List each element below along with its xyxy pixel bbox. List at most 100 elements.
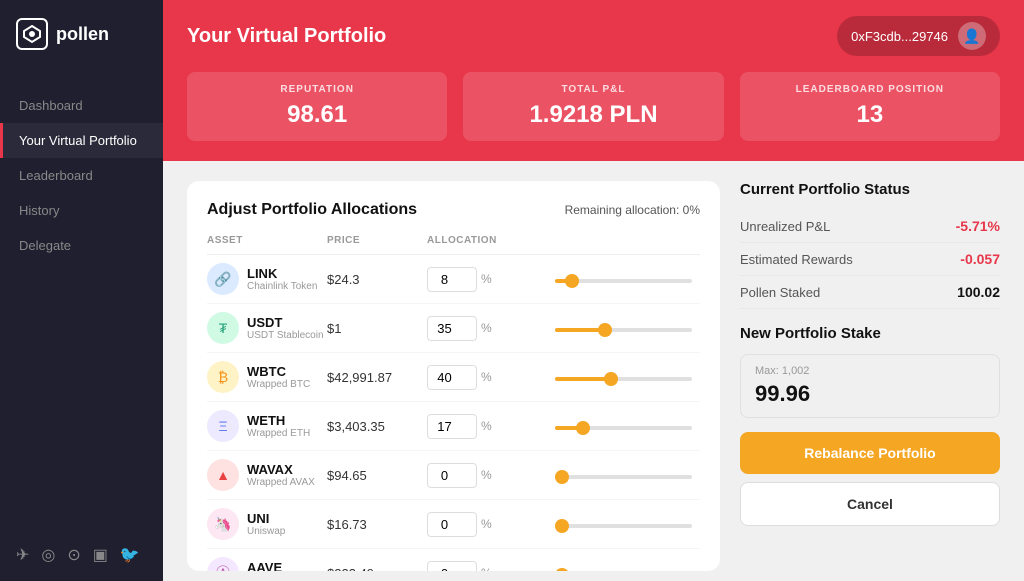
account-address: 0xF3cdb...29746: [851, 29, 948, 44]
status-rows: Unrealized P&L -5.71% Estimated Rewards …: [740, 210, 1000, 309]
alloc-wrap-weth: %: [427, 414, 547, 439]
slider-uni[interactable]: [555, 524, 692, 528]
asset-name-link: LINK: [247, 266, 317, 281]
slider-wrap-link: [547, 270, 700, 288]
page-title: Your Virtual Portfolio: [187, 25, 386, 48]
status-label: Pollen Staked: [740, 285, 820, 300]
account-badge[interactable]: 0xF3cdb...29746 👤: [837, 16, 1000, 56]
alloc-wrap-aave: %: [427, 561, 547, 572]
chat-icon[interactable]: ▣: [93, 545, 108, 565]
asset-info-link: 🔗 LINK Chainlink Token: [207, 263, 327, 295]
portfolio-title: Adjust Portfolio Allocations: [207, 201, 417, 219]
stake-section-title: New Portfolio Stake: [740, 325, 1000, 342]
asset-text-link: LINK Chainlink Token: [247, 266, 317, 292]
asset-price-aave: $223.49: [327, 566, 427, 572]
sidebar-item-leaderboard[interactable]: Leaderboard: [0, 158, 163, 193]
slider-wavax[interactable]: [555, 475, 692, 479]
right-panel: Current Portfolio Status Unrealized P&L …: [740, 181, 1000, 581]
alloc-input-uni[interactable]: [427, 512, 477, 537]
asset-text-aave: AAVE Aave Token: [247, 560, 299, 571]
avatar: 👤: [958, 22, 986, 50]
asset-subtitle-uni: Uniswap: [247, 526, 285, 537]
asset-info-aave: Ⓐ AAVE Aave Token: [207, 557, 327, 571]
logo: pollen: [0, 0, 163, 68]
alloc-input-wbtc[interactable]: [427, 365, 477, 390]
new-portfolio-stake: New Portfolio Stake Max: 1,002 99.96 Reb…: [740, 325, 1000, 526]
asset-name-wavax: WAVAX: [247, 462, 315, 477]
alloc-input-link[interactable]: [427, 267, 477, 292]
col-price: PRICE: [327, 235, 427, 246]
sidebar-item-your-virtual-portfolio[interactable]: Your Virtual Portfolio: [0, 123, 163, 158]
stat-label-total-pnl: TOTAL P&L: [483, 84, 703, 95]
asset-icon-wavax: ▲: [207, 459, 239, 491]
alloc-input-aave[interactable]: [427, 561, 477, 572]
asset-rows: 🔗 LINK Chainlink Token $24.3 % ₮ USDT US…: [207, 255, 700, 571]
twitter-icon[interactable]: 🐦: [120, 545, 140, 565]
cancel-button[interactable]: Cancel: [740, 482, 1000, 526]
alloc-input-usdt[interactable]: [427, 316, 477, 341]
alloc-pct-wbtc: %: [481, 370, 492, 384]
slider-wbtc[interactable]: [555, 377, 692, 381]
asset-info-wavax: ▲ WAVAX Wrapped AVAX: [207, 459, 327, 491]
alloc-pct-uni: %: [481, 517, 492, 531]
slider-wrap-wbtc: [547, 368, 700, 386]
asset-info-uni: 🦄 UNI Uniswap: [207, 508, 327, 540]
asset-info-usdt: ₮ USDT USDT Stablecoin: [207, 312, 327, 344]
col-allocation: ALLOCATION: [427, 235, 547, 246]
asset-name-usdt: USDT: [247, 315, 324, 330]
discord-icon[interactable]: ◎: [41, 545, 55, 565]
asset-name-weth: WETH: [247, 413, 310, 428]
slider-wrap-uni: [547, 515, 700, 533]
rebalance-button[interactable]: Rebalance Portfolio: [740, 432, 1000, 474]
asset-name-uni: UNI: [247, 511, 285, 526]
status-row: Pollen Staked 100.02: [740, 276, 1000, 309]
asset-info-wbtc: ₿ WBTC Wrapped BTC: [207, 361, 327, 393]
current-portfolio-status: Current Portfolio Status Unrealized P&L …: [740, 181, 1000, 309]
sidebar-item-label: Leaderboard: [19, 168, 93, 183]
slider-usdt[interactable]: [555, 328, 692, 332]
panel-header: Adjust Portfolio Allocations Remaining a…: [207, 201, 700, 219]
alloc-pct-usdt: %: [481, 321, 492, 335]
remaining-allocation: Remaining allocation: 0%: [565, 203, 700, 217]
sidebar-item-dashboard[interactable]: Dashboard: [0, 88, 163, 123]
status-value: 100.02: [957, 284, 1000, 300]
table-row: Ⓐ AAVE Aave Token $223.49 %: [207, 549, 700, 571]
stake-value: 99.96: [755, 381, 985, 407]
asset-icon-link: 🔗: [207, 263, 239, 295]
asset-price-weth: $3,403.35: [327, 419, 427, 434]
sidebar-item-delegate[interactable]: Delegate: [0, 228, 163, 263]
stat-label-leaderboard: LEADERBOARD POSITION: [760, 84, 980, 95]
telegram-icon[interactable]: ✈: [16, 545, 29, 565]
alloc-input-wavax[interactable]: [427, 463, 477, 488]
asset-icon-weth: Ξ: [207, 410, 239, 442]
alloc-pct-weth: %: [481, 419, 492, 433]
slider-link[interactable]: [555, 279, 692, 283]
asset-table: ASSET PRICE ALLOCATION 🔗 LINK Chainlink …: [207, 235, 700, 571]
slider-weth[interactable]: [555, 426, 692, 430]
alloc-pct-link: %: [481, 272, 492, 286]
status-label: Unrealized P&L: [740, 219, 830, 234]
asset-text-wavax: WAVAX Wrapped AVAX: [247, 462, 315, 488]
col-asset: ASSET: [207, 235, 327, 246]
stat-value-leaderboard: 13: [760, 101, 980, 129]
table-row: 🔗 LINK Chainlink Token $24.3 %: [207, 255, 700, 304]
slider-wrap-aave: [547, 564, 700, 571]
sidebar-item-history[interactable]: History: [0, 193, 163, 228]
sidebar-nav: Dashboard Your Virtual Portfolio Leaderb…: [0, 68, 163, 529]
alloc-input-weth[interactable]: [427, 414, 477, 439]
status-value: -5.71%: [956, 218, 1000, 234]
stake-input-box: Max: 1,002 99.96: [740, 354, 1000, 418]
stat-value-reputation: 98.61: [207, 101, 427, 129]
slider-wrap-weth: [547, 417, 700, 435]
asset-text-wbtc: WBTC Wrapped BTC: [247, 364, 310, 390]
stat-card-total-pnl: TOTAL P&L 1.9218 PLN: [463, 72, 723, 141]
github-icon[interactable]: ⊙: [67, 545, 80, 565]
stat-value-total-pnl: 1.9218 PLN: [483, 101, 703, 129]
main-content: Your Virtual Portfolio 0xF3cdb...29746 👤…: [163, 0, 1024, 581]
status-row: Estimated Rewards -0.057: [740, 243, 1000, 276]
slider-wrap-wavax: [547, 466, 700, 484]
asset-text-weth: WETH Wrapped ETH: [247, 413, 310, 439]
asset-subtitle-wavax: Wrapped AVAX: [247, 477, 315, 488]
status-section-title: Current Portfolio Status: [740, 181, 1000, 198]
alloc-pct-aave: %: [481, 566, 492, 571]
